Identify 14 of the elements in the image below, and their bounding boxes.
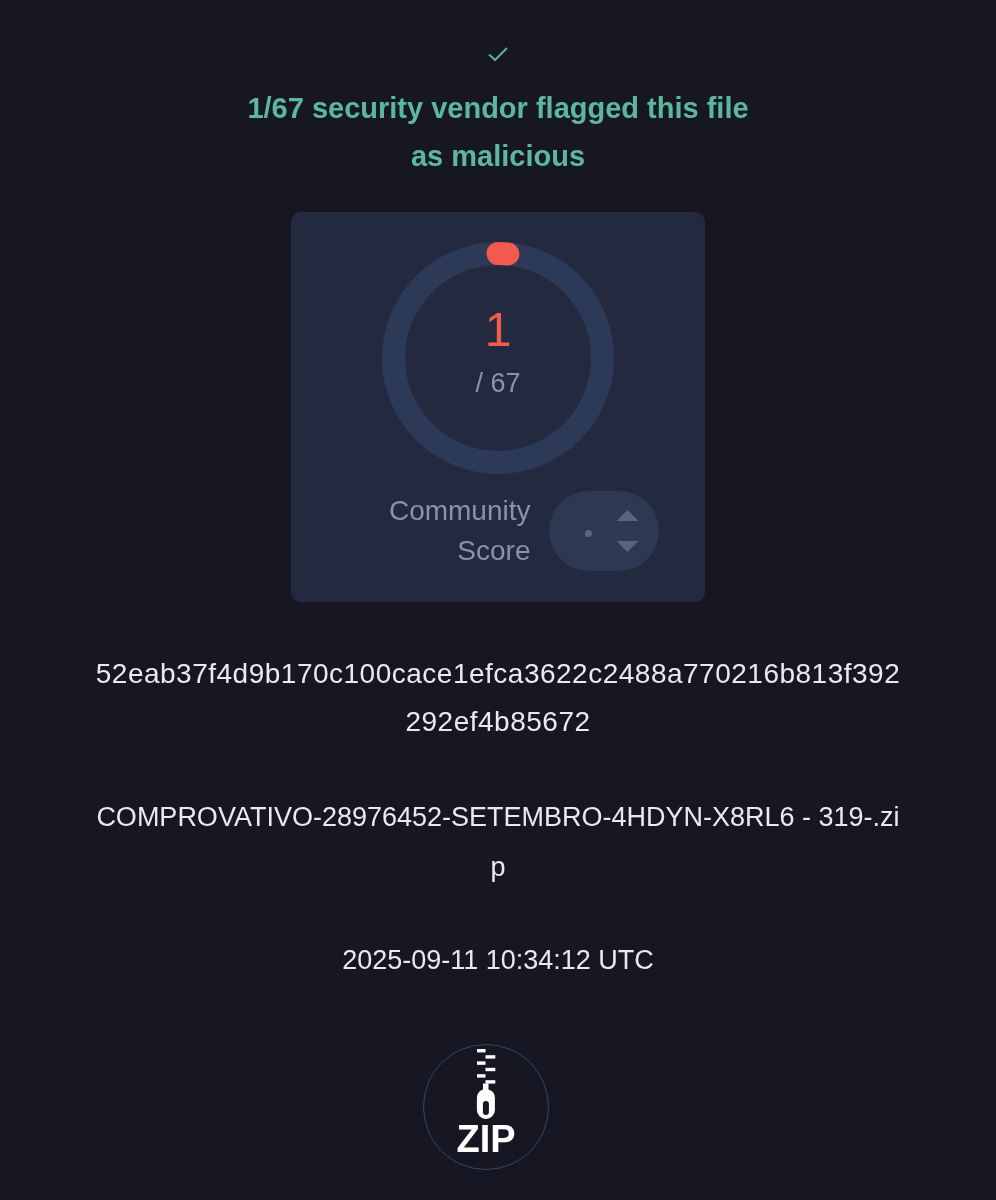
file-type-label: ZIP: [456, 1120, 516, 1158]
gauge-arc: [486, 242, 520, 266]
file-hash: 52eab37f4d9b170c100cace1efca3622c2488a770216b813f392292ef4b85672: [94, 657, 902, 739]
verdict-heading: 1/67 security vendor flagged this file as malicious: [246, 91, 750, 174]
detection-count: 1: [484, 302, 512, 357]
upvote-icon[interactable]: [615, 510, 639, 521]
zipper-icon: [476, 1049, 496, 1119]
dot-icon: [584, 529, 592, 537]
check-icon: [488, 47, 508, 62]
detection-total: / 67: [475, 366, 521, 400]
community-score-label: Community Score: [387, 494, 531, 568]
downvote-icon[interactable]: [615, 541, 639, 552]
file-name: COMPROVATIVO-28976452-SETEMBRO-4HDYN-X8RL6 - 319-.zip: [95, 801, 901, 884]
scan-date: 2025-09-11 10:34:12 UTC: [342, 944, 654, 977]
